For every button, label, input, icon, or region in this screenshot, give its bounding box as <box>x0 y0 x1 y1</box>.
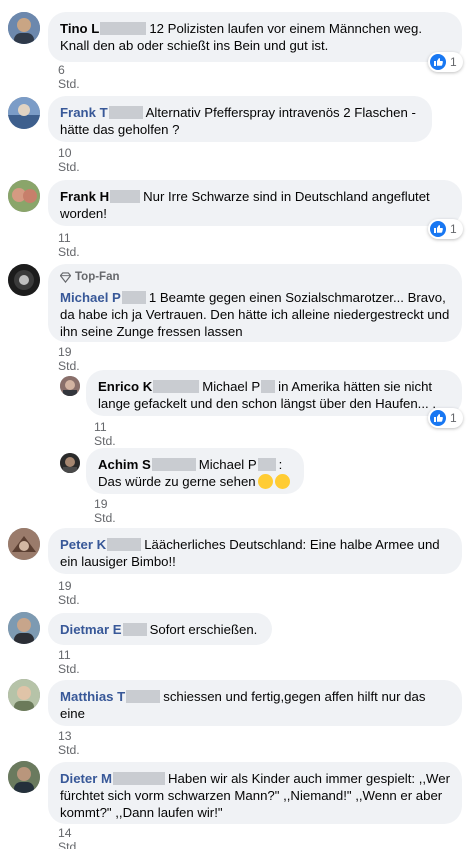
avatar[interactable] <box>8 97 40 129</box>
comment-bubble: Enrico K Michael Pin Amerika hätten sie n… <box>86 370 462 416</box>
avatar-photo <box>8 612 40 644</box>
redaction-bar <box>153 380 200 393</box>
redaction-bar <box>121 291 146 304</box>
reaction-number: 1 <box>450 222 457 236</box>
avatar[interactable] <box>8 761 40 793</box>
comment-bubble: Dieter M Haben wir als Kinder auch immer … <box>48 762 462 824</box>
comment-bubble: Frank H Nur Irre Schwarze sind in Deutsch… <box>48 180 462 226</box>
comment-author[interactable]: Enrico K <box>98 379 152 394</box>
mention[interactable]: Michael P <box>202 379 260 394</box>
like-icon <box>430 410 446 426</box>
avatar[interactable] <box>8 528 40 560</box>
reaction-number: 1 <box>450 55 457 69</box>
avatar-photo <box>8 761 40 793</box>
avatar[interactable] <box>8 264 40 296</box>
comment-time[interactable]: 13 Std. <box>58 729 80 757</box>
wink-emoji-icon <box>257 474 273 489</box>
comment-author[interactable]: Michael P <box>60 290 121 305</box>
mention[interactable]: Michael P <box>199 457 257 472</box>
redaction-bar <box>108 106 143 119</box>
redaction-bar <box>126 690 161 703</box>
comment-text-line2: Das würde zu gerne sehen <box>98 474 256 489</box>
comment-time[interactable]: 11 Std. <box>58 648 80 676</box>
comment-bubble: Top-Fan Michael P1 Beamte gegen einen So… <box>48 264 462 342</box>
avatar-photo <box>60 453 80 473</box>
comment-author[interactable]: Frank H <box>60 189 109 204</box>
comment-bubble: Tino L 12 Polizisten laufen vor einem Män… <box>48 12 462 62</box>
diamond-icon <box>60 272 71 283</box>
comment-bubble: Achim S Michael P: Das würde zu gerne seh… <box>86 448 304 494</box>
comment-bubble: Frank T Alternativ Pfefferspray intravenö… <box>48 96 432 142</box>
redaction-bar <box>100 22 147 35</box>
comment-time[interactable]: 6 Std. <box>58 63 80 91</box>
like-icon <box>430 54 446 70</box>
comment-author[interactable]: Matthias T <box>60 689 125 704</box>
comment-time[interactable]: 19 Std. <box>58 345 80 373</box>
comment-time[interactable]: 19 Std. <box>94 497 116 525</box>
comment-time[interactable]: 19 Std. <box>58 579 80 607</box>
redaction-bar <box>261 380 276 393</box>
avatar-photo <box>8 679 40 711</box>
comment-author[interactable]: Achim S <box>98 457 151 472</box>
redaction-bar <box>113 772 166 785</box>
comment-time[interactable]: 11 Std. <box>58 231 80 259</box>
reaction-count[interactable]: 1 <box>428 408 463 428</box>
like-icon <box>430 221 446 237</box>
comment-author[interactable]: Tino L <box>60 21 99 36</box>
avatar-photo <box>8 12 40 44</box>
top-fan-label: Top-Fan <box>75 271 120 283</box>
redaction-bar <box>110 190 141 203</box>
comment-author[interactable]: Peter K <box>60 537 106 552</box>
avatar-photo <box>60 376 80 396</box>
avatar-photo <box>8 528 40 560</box>
reaction-count[interactable]: 1 <box>428 219 463 239</box>
comment-text: : <box>278 457 283 472</box>
reaction-number: 1 <box>450 411 457 425</box>
redaction-bar <box>257 458 276 471</box>
avatar[interactable] <box>60 453 80 473</box>
comment-bubble: Dietmar E Sofort erschießen. <box>48 613 272 645</box>
comment-time[interactable]: 11 Std. <box>94 420 116 448</box>
comment-bubble: Matthias Tschiessen und fertig,gegen aff… <box>48 680 462 726</box>
comment-author[interactable]: Frank T <box>60 105 108 120</box>
avatar-photo <box>8 264 40 296</box>
avatar[interactable] <box>8 612 40 644</box>
top-fan-badge: Top-Fan <box>60 269 450 286</box>
comment-text: Sofort erschießen. <box>149 622 258 637</box>
redaction-bar <box>151 458 196 471</box>
avatar[interactable] <box>8 180 40 212</box>
comment-time[interactable]: 10 Std. <box>58 146 80 174</box>
comment-author[interactable]: Dieter M <box>60 771 112 786</box>
comment-time[interactable]: 14 Std. <box>58 826 80 849</box>
laughing-emoji-icon <box>274 474 290 489</box>
redaction-bar <box>122 623 147 636</box>
avatar-photo <box>8 180 40 212</box>
comment-bubble: Peter K Läächerliches Deutschland: Eine h… <box>48 528 462 574</box>
avatar[interactable] <box>8 12 40 44</box>
avatar[interactable] <box>8 679 40 711</box>
avatar[interactable] <box>60 376 80 396</box>
avatar-photo <box>8 97 40 129</box>
comment-author[interactable]: Dietmar E <box>60 622 122 637</box>
redaction-bar <box>107 538 142 551</box>
reaction-count[interactable]: 1 <box>428 52 463 72</box>
